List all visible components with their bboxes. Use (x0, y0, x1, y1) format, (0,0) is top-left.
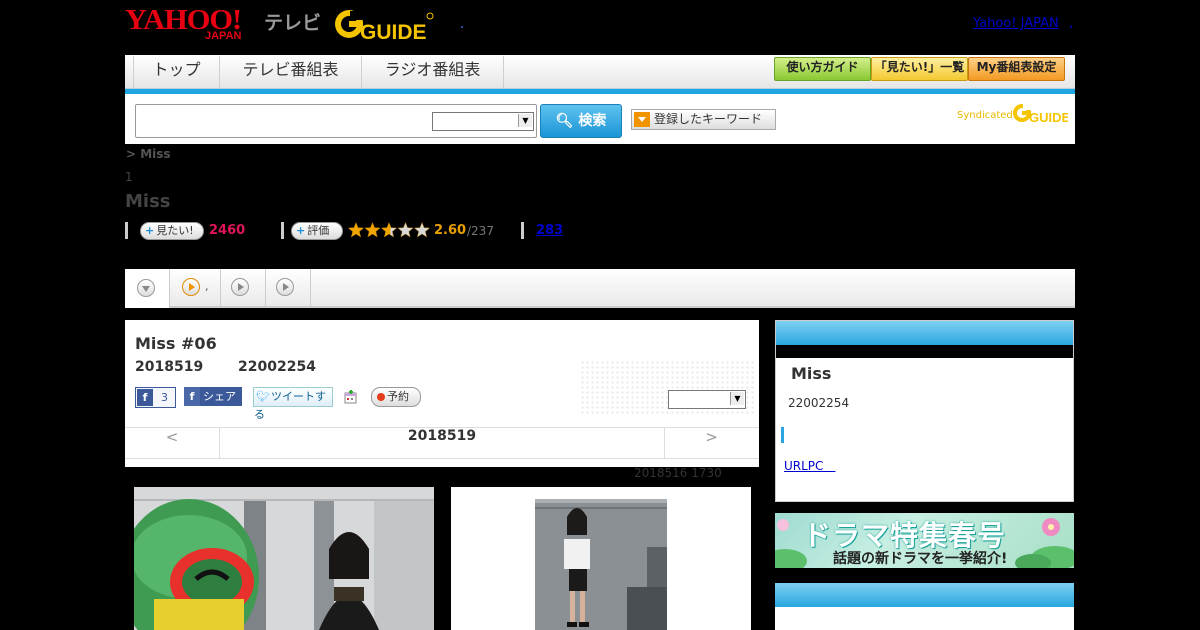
facebook-share-button[interactable]: f シェア (184, 387, 242, 406)
search-button-label: 検索 (578, 113, 607, 129)
nav-tab-tv[interactable]: テレビ番組表 (220, 56, 362, 88)
star-icon (364, 221, 381, 238)
add-calendar-icon[interactable] (344, 389, 358, 404)
facebook-icon: f (137, 389, 153, 406)
star-icon (347, 221, 365, 238)
syndicated-label: Syndicated (957, 110, 1013, 121)
update-timestamp: 2018516 1730 (634, 466, 722, 480)
episode-select[interactable]: ▼ (668, 390, 746, 409)
yahoo-japan-link[interactable]: Yahoo! JAPAN (973, 16, 1059, 31)
facebook-like-button[interactable]: f 3 (135, 387, 176, 408)
program-number: 1 (125, 170, 133, 184)
syndicated-gguide-logo: GUIDE (1012, 102, 1071, 125)
star-icon (397, 221, 414, 238)
plus-icon: + (145, 224, 155, 237)
gguide-logo-text: GUIDE (360, 21, 427, 42)
play-circle-icon (276, 278, 294, 296)
program-title: Miss (125, 191, 171, 212)
rating-stars (347, 221, 432, 239)
japan-logo-text: JAPAN (205, 30, 242, 42)
main-nav: トップ テレビ番組表 ラジオ番組表 使い方ガイド 「見たい!」一覧 My番組表設… (125, 55, 1075, 89)
guide-button[interactable]: 使い方ガイド (774, 57, 871, 81)
program-tab-strip: , (125, 269, 1075, 308)
search-button[interactable]: 🔍︎ 検索 (540, 104, 622, 138)
nav-left-edge (125, 56, 134, 88)
saved-keyword-button[interactable]: 登録したキーワード (631, 109, 776, 130)
sidebar-url-link[interactable]: URLPC (784, 457, 835, 474)
tv-label[interactable]: テレビ (264, 8, 321, 35)
sidebar-time: 22002254 (788, 396, 850, 410)
mitai-list-button[interactable]: 「見たい!」一覧 (871, 57, 968, 81)
divider (521, 222, 524, 239)
current-episode-date: 2018519 (219, 428, 665, 458)
sidebar-program-box (775, 320, 1074, 502)
play-circle-icon (182, 278, 200, 296)
banner-subtitle: 話題の新ドラマを一挙紹介! (833, 551, 1008, 567)
tab-3[interactable] (221, 269, 266, 306)
sidebar-header-strip (776, 345, 1073, 358)
sidebar-header (776, 321, 1073, 345)
sidebar-accent (781, 427, 784, 443)
mitai-count: 2460 (209, 223, 246, 238)
header-comma: , (1069, 16, 1074, 31)
facebook-icon: f (184, 387, 200, 406)
tab-2[interactable]: , (170, 269, 221, 306)
record-dot-icon (377, 393, 385, 401)
mitai-button[interactable]: + 見たい! (140, 222, 204, 240)
sidebar-box-2 (775, 583, 1074, 630)
prev-episode-button[interactable]: < (125, 428, 219, 458)
chevron-down-circle-icon (137, 279, 155, 297)
yahoo-japan-logo[interactable]: YAHOO! JAPAN (125, 6, 242, 43)
tab-episodes[interactable] (125, 269, 170, 308)
rating-button[interactable]: + 評価 (291, 222, 343, 240)
nav-tab-top[interactable]: トップ (134, 56, 220, 88)
reserve-label: 予約 (387, 390, 409, 403)
mitai-label: 見たい! (156, 224, 194, 237)
episode-title: Miss #06 (135, 334, 217, 353)
star-icon (380, 221, 398, 238)
episode-time: 22002254 (238, 359, 316, 375)
review-count-link[interactable]: 283 (536, 223, 563, 238)
header-dot (461, 26, 463, 28)
episode-photo-1[interactable] (134, 487, 434, 630)
sidebar-title: Miss (791, 364, 832, 383)
syndicated-gguide-text: GUIDE (1029, 110, 1068, 124)
gguide-logo[interactable]: GUIDE (334, 8, 434, 44)
play-circle-icon (231, 278, 249, 296)
rating-label: 評価 (307, 224, 330, 237)
episode-photo-2[interactable] (451, 487, 751, 630)
divider (281, 222, 284, 239)
facebook-share-label: シェア (203, 390, 236, 403)
next-episode-button[interactable]: > (664, 428, 759, 458)
rating-total: /237 (467, 224, 494, 238)
twitter-bird-icon: 🐦︎ (256, 390, 270, 403)
tab-2-label: , (205, 280, 209, 293)
search-icon: 🔍︎ (555, 113, 574, 129)
divider (125, 222, 128, 239)
plus-icon: + (296, 224, 306, 237)
chevron-down-icon: ▼ (518, 114, 532, 127)
reserve-button[interactable]: 予約 (371, 387, 421, 407)
facebook-like-count: 3 (161, 391, 168, 404)
drama-feature-banner[interactable]: ドラマ特集春号 話題の新ドラマを一挙紹介! (775, 513, 1074, 568)
tab-4[interactable] (266, 269, 311, 306)
sidebar-header (775, 583, 1074, 607)
dropdown-arrow-icon (634, 112, 650, 127)
chevron-down-icon: ▼ (730, 392, 744, 405)
breadcrumb[interactable]: > Miss (126, 147, 171, 161)
episode-pager: < 2018519 > (125, 427, 759, 459)
tweet-button[interactable]: 🐦︎ツイートする (253, 387, 333, 421)
search-category-select[interactable]: ▼ (432, 112, 534, 131)
rating-value: 2.60 (434, 223, 467, 238)
saved-keyword-label: 登録したキーワード (654, 112, 763, 126)
my-schedule-settings-button[interactable]: My番組表設定 (968, 57, 1065, 81)
nav-tab-radio[interactable]: ラジオ番組表 (362, 56, 504, 88)
star-icon (413, 221, 431, 238)
episode-date: 2018519 (135, 359, 204, 375)
